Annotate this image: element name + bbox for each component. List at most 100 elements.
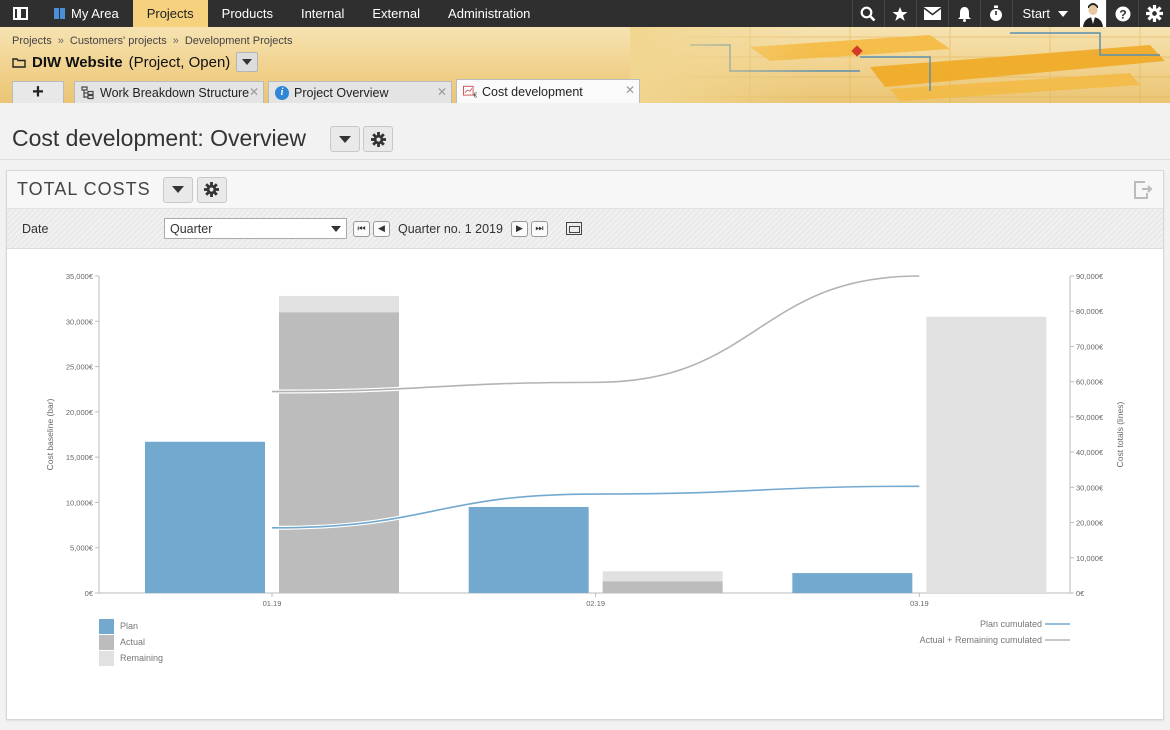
breadcrumb-development-projects[interactable]: Development Projects [185, 35, 293, 47]
nav-external[interactable]: External [358, 0, 434, 27]
sidebar-toggle-button[interactable] [0, 0, 40, 27]
period-select-value: Quarter [170, 221, 213, 236]
chevron-down-icon [1058, 10, 1068, 17]
bar-remaining [279, 295, 399, 313]
period-navigation: ⏮ ◀ Quarter no. 1 2019 ▶ ⏭ [353, 220, 548, 237]
nav-administration[interactable]: Administration [434, 0, 544, 27]
chart-area: 0€ 5,000€ 10,000€ 15,000€ 20,000€ 25,000€ 30,0… [7, 251, 1163, 719]
cost-chart-icon: € [463, 85, 477, 99]
panel-menu-button[interactable] [162, 176, 193, 203]
close-icon[interactable]: ✕ [437, 85, 447, 99]
y-tick-label-right: 0€ [1076, 589, 1085, 598]
star-icon[interactable] [883, 0, 916, 27]
nav-my-area[interactable]: My Area [40, 0, 133, 27]
legend-swatch [99, 635, 114, 650]
total-costs-panel: TOTAL COSTS Date Quarter ⏮ ◀ Quarter no.… [6, 170, 1164, 720]
y-tick-label-left: 5,000€ [70, 544, 94, 553]
tab-bar: + Work Breakdown Structure ✕ i Project O… [12, 79, 640, 103]
y-tick-label-right: 20,000€ [1076, 519, 1104, 528]
breadcrumb: Projects» Customers' projects» Development… [12, 35, 293, 47]
wbs-icon [81, 85, 94, 99]
y-axis-label-left: Cost baseline (bar) [45, 398, 55, 470]
bar-plan [468, 506, 589, 593]
last-period-button[interactable]: ⏭ [530, 220, 548, 237]
legend-label: Actual [120, 637, 145, 647]
y-tick-label-right: 30,000€ [1076, 483, 1104, 492]
nav-projects[interactable]: Projects [132, 0, 208, 27]
project-title: DIW Website (Project, Open) [12, 52, 259, 72]
project-status: (Project, Open) [128, 53, 231, 71]
project-header: Projects» Customers' projects» Development… [0, 27, 1170, 103]
mail-icon[interactable] [915, 0, 948, 27]
view-menu-button[interactable] [330, 126, 360, 152]
start-label: Start [1022, 6, 1050, 21]
x-tick-label: 02.19 [586, 599, 605, 608]
nav-administration-label: Administration [448, 6, 531, 21]
chevron-down-icon [171, 186, 184, 193]
settings-gear-icon[interactable] [1138, 0, 1170, 27]
next-period-button[interactable]: ▶ [510, 220, 528, 237]
view-settings-button[interactable] [363, 126, 393, 152]
cost-chart: 0€ 5,000€ 10,000€ 15,000€ 20,000€ 25,000€ 30,0… [45, 272, 1125, 666]
bar-remaining [602, 571, 723, 582]
bar-actual [602, 581, 723, 593]
y-tick-label-right: 40,000€ [1076, 448, 1104, 457]
chevron-down-icon [242, 59, 253, 65]
y-tick-label-left: 30,000€ [66, 317, 94, 326]
start-menu-button[interactable]: Start [1011, 0, 1080, 27]
y-tick-label-left: 15,000€ [66, 453, 94, 462]
y-tick-label-left: 10,000€ [66, 498, 94, 507]
help-icon[interactable]: ? [1106, 0, 1138, 27]
project-name: DIW Website [32, 53, 123, 71]
legend-swatch [99, 651, 114, 666]
tab-label-project-overview: Project Overview [294, 85, 389, 100]
top-navigation: My Area Projects Products Internal Exter… [0, 0, 1170, 27]
add-tab-button[interactable]: + [12, 81, 64, 103]
bar-remaining [926, 316, 1047, 593]
bar-plan [145, 441, 265, 593]
panel-settings-button[interactable] [196, 176, 227, 203]
chevron-down-icon [331, 225, 341, 232]
tab-cost-development[interactable]: € Cost development ✕ [456, 79, 640, 103]
nav-projects-label: Projects [146, 6, 194, 21]
chevron-down-icon [339, 135, 351, 143]
close-icon[interactable]: ✕ [625, 83, 635, 97]
bar-actual [279, 312, 399, 593]
legend-label: Remaining [120, 653, 163, 663]
export-icon[interactable] [1133, 181, 1153, 199]
period-select[interactable]: Quarter [164, 218, 347, 239]
breadcrumb-projects[interactable]: Projects [12, 35, 52, 47]
svg-text:€: € [474, 92, 478, 99]
search-icon[interactable] [851, 0, 884, 27]
panel-title: TOTAL COSTS [17, 179, 151, 199]
tab-work-breakdown-structure[interactable]: Work Breakdown Structure ✕ [74, 81, 264, 103]
legend-swatch [99, 619, 114, 634]
y-tick-label-right: 80,000€ [1076, 307, 1104, 316]
tab-project-overview[interactable]: i Project Overview ✕ [268, 81, 452, 103]
project-menu-button[interactable] [236, 52, 259, 72]
x-tick-label: 01.19 [263, 599, 282, 608]
y-tick-label-left: 0€ [85, 589, 94, 598]
x-tick-label: 03.19 [910, 599, 929, 608]
page-title: Cost development: Overview [12, 125, 307, 151]
legend-label: Plan [120, 621, 138, 631]
nav-external-label: External [372, 6, 421, 21]
y-tick-label-left: 25,000€ [66, 363, 94, 372]
y-tick-label-right: 50,000€ [1076, 413, 1104, 422]
bell-icon[interactable] [947, 0, 980, 27]
avatar[interactable] [1080, 0, 1106, 27]
header-decoration [630, 27, 1170, 103]
stopwatch-icon[interactable] [979, 0, 1012, 27]
date-filter-label: Date [22, 221, 49, 236]
nav-internal[interactable]: Internal [287, 0, 358, 27]
panel-header: TOTAL COSTS [7, 171, 1163, 209]
first-period-button[interactable]: ⏮ [353, 220, 370, 237]
nav-products[interactable]: Products [208, 0, 287, 27]
close-icon[interactable]: ✕ [249, 85, 259, 99]
previous-period-button[interactable]: ◀ [373, 220, 390, 237]
svg-text:?: ? [1119, 7, 1126, 21]
nav-internal-label: Internal [300, 6, 345, 21]
folder-icon [12, 57, 26, 68]
calendar-icon[interactable] [565, 222, 582, 235]
breadcrumb-customers-projects[interactable]: Customers' projects [70, 35, 167, 47]
